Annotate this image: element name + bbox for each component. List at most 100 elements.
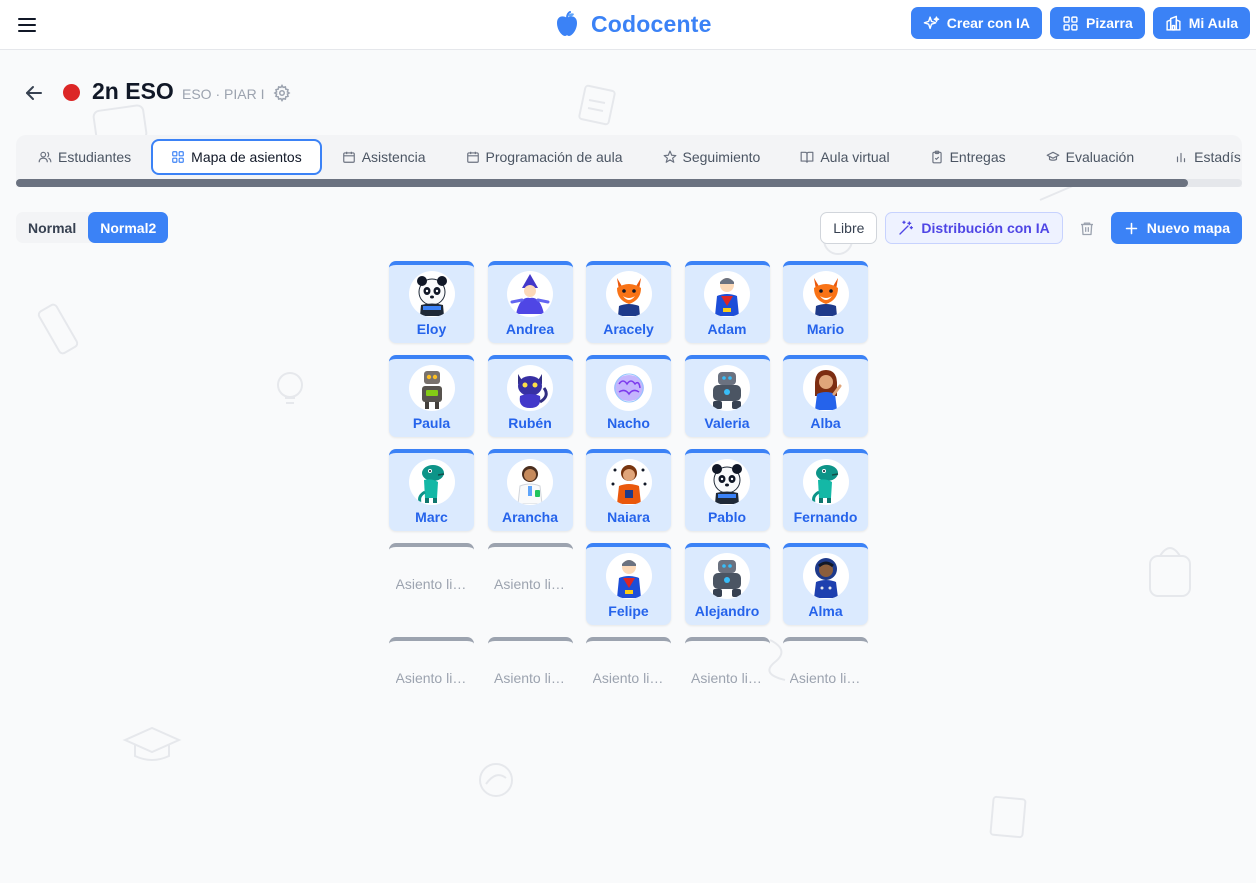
seat-marc[interactable]: Marc [389, 449, 474, 531]
student-name: Valeria [704, 415, 750, 431]
student-name: Adam [707, 321, 747, 337]
brain-avatar-icon [605, 365, 652, 411]
menu-button[interactable] [14, 12, 40, 38]
seat-empty[interactable]: Asiento libre [783, 637, 868, 719]
brand-name: Codocente [591, 10, 712, 37]
tab-statistics[interactable]: Estadís [1154, 139, 1242, 175]
scientist-avatar-icon [507, 459, 553, 505]
seat-arancha[interactable]: Arancha [487, 449, 573, 531]
map-option-normal[interactable]: Normal [16, 212, 88, 243]
robot-avatar-icon [408, 365, 455, 411]
grid-icon [172, 151, 185, 163]
create-with-ai-button[interactable]: Crear con IA [910, 7, 1043, 39]
seat-ruben[interactable]: Rubén [487, 355, 573, 437]
tab-attendance[interactable]: Asistencia [322, 139, 446, 175]
seat-alma[interactable]: Alma [783, 543, 868, 625]
student-name: Felipe [608, 603, 649, 619]
seat-empty[interactable]: Asiento libre [684, 637, 770, 719]
back-button[interactable] [22, 81, 46, 105]
student-name: Eloy [416, 321, 447, 337]
empty-seat-label: Asiento libre [789, 670, 862, 686]
tab-seating-map[interactable]: Mapa de asientos [151, 139, 322, 175]
student-name: Aracely [603, 321, 654, 337]
grid-icon [1063, 15, 1078, 31]
tabs-scrollbar[interactable] [16, 179, 1242, 187]
seat-paula[interactable]: Paula [389, 355, 474, 437]
tab-students[interactable]: Estudiantes [16, 139, 151, 175]
arrow-left-icon [26, 86, 42, 100]
panda-avatar-icon [704, 459, 750, 505]
magic-wand-icon [899, 220, 914, 235]
student-name: Alba [810, 415, 841, 431]
my-classroom-label: Mi Aula [1188, 15, 1238, 31]
map-actions: Libre Distribución con IA Nuevo mapa [820, 212, 1242, 244]
empty-seat-label: Asiento libre [494, 670, 566, 686]
dino-avatar-icon [408, 459, 455, 505]
empty-seat-label: Asiento libre [494, 576, 566, 592]
fox-avatar-icon [802, 271, 849, 317]
hamburger-icon [18, 18, 36, 32]
seat-fernando[interactable]: Fernando [783, 449, 868, 531]
seat-alba[interactable]: Alba [783, 355, 868, 437]
calendar-icon [466, 151, 479, 163]
users-icon [38, 151, 52, 163]
seat-alejandro[interactable]: Alejandro [684, 543, 770, 625]
tab-label: Entregas [949, 149, 1006, 165]
tab-virtual-classroom[interactable]: Aula virtual [780, 139, 909, 175]
ai-distribution-button[interactable]: Distribución con IA [885, 212, 1063, 244]
settings-gear-icon[interactable] [273, 84, 291, 102]
seat-nacho[interactable]: Nacho [586, 355, 671, 437]
apple-icon [557, 11, 577, 36]
seat-pablo[interactable]: Pablo [684, 449, 770, 531]
map-selector: Normal Normal2 [16, 212, 169, 243]
sparkles-icon [923, 15, 940, 29]
seat-andrea[interactable]: Andrea [487, 261, 573, 343]
tab-label: Seguimiento [682, 149, 761, 165]
tab-label: Aula virtual [820, 149, 890, 165]
new-map-button[interactable]: Nuevo mapa [1110, 212, 1242, 244]
seat-adam[interactable]: Adam [684, 261, 770, 343]
student-name: Nacho [607, 415, 650, 431]
seat-felipe[interactable]: Felipe [586, 543, 671, 625]
seat-valeria[interactable]: Valeria [684, 355, 770, 437]
calendar-icon [342, 151, 355, 163]
seat-empty[interactable]: Asiento libre [389, 637, 474, 719]
seat-naiara[interactable]: Naiara [586, 449, 671, 531]
map-option-normal2[interactable]: Normal2 [88, 212, 169, 243]
my-classroom-button[interactable]: Mi Aula [1152, 7, 1250, 39]
student-name: Alejandro [694, 603, 760, 619]
free-layout-button[interactable]: Libre [820, 212, 878, 244]
seat-empty[interactable]: Asiento libre [487, 543, 573, 625]
empty-seat-label: Asiento libre [592, 670, 665, 686]
tab-submissions[interactable]: Entregas [910, 139, 1026, 175]
tabs-scrollbar-thumb[interactable] [16, 179, 1188, 187]
seat-aracely[interactable]: Aracely [586, 261, 671, 343]
tab-evaluation[interactable]: Evaluación [1026, 139, 1155, 175]
star-icon [663, 150, 676, 163]
brand[interactable]: Codocente [555, 9, 712, 39]
whiteboard-label: Pizarra [1086, 15, 1133, 31]
dino-avatar-icon [802, 459, 849, 505]
tab-tracking[interactable]: Seguimiento [643, 139, 781, 175]
student-name: Paula [412, 415, 451, 431]
delete-map-button[interactable] [1071, 212, 1103, 244]
whiteboard-button[interactable]: Pizarra [1050, 7, 1145, 39]
tab-label: Evaluación [1065, 149, 1135, 165]
tab-classroom-planning[interactable]: Programación de aula [446, 139, 643, 175]
empty-seat-label: Asiento libre [395, 670, 468, 686]
kid-avatar-icon [605, 459, 652, 505]
seat-empty[interactable]: Asiento libre [389, 543, 474, 625]
seat-mario[interactable]: Mario [783, 261, 868, 343]
student-name: Alma [808, 603, 843, 619]
school-icon [1166, 15, 1181, 31]
bar-chart-icon [1177, 152, 1186, 163]
seat-empty[interactable]: Asiento libre [487, 637, 573, 719]
panda-avatar-icon [408, 271, 455, 317]
golem-avatar-icon [704, 365, 750, 411]
fox-avatar-icon [605, 271, 652, 317]
seat-empty[interactable]: Asiento libre [586, 637, 671, 719]
student-name: Marc [415, 509, 448, 525]
seat-eloy[interactable]: Eloy [389, 261, 474, 343]
wizard-avatar-icon [507, 271, 553, 317]
astronaut-avatar-icon [802, 553, 849, 599]
